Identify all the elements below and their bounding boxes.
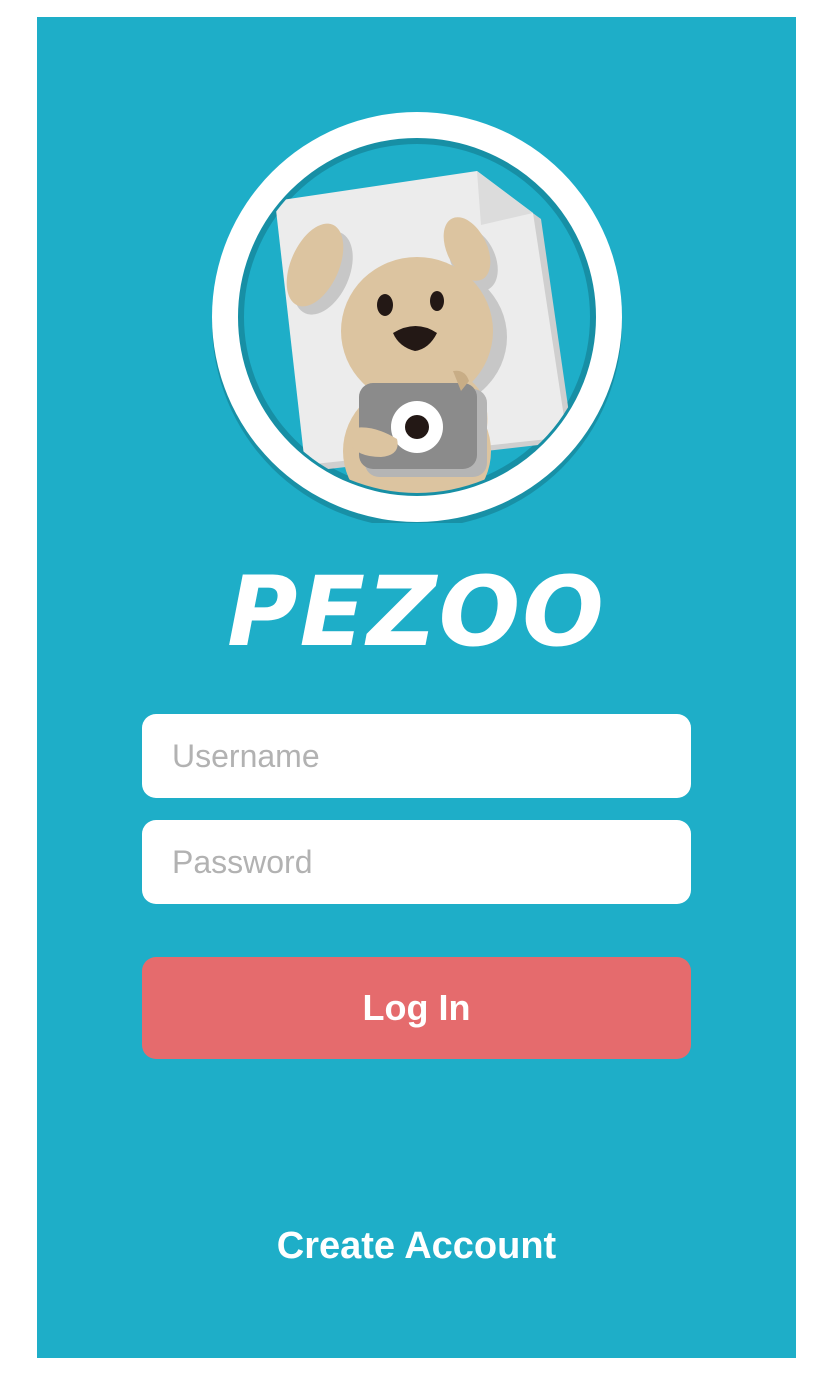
login-button[interactable]: Log In	[142, 957, 691, 1059]
dog-with-camera-icon	[212, 112, 622, 523]
create-account-link[interactable]: Create Account	[37, 1223, 796, 1269]
app-brand-name: PEZOO	[227, 556, 606, 668]
login-screen: PEZOO Log In Create Account	[37, 17, 796, 1358]
username-input[interactable]	[142, 714, 691, 798]
password-input[interactable]	[142, 820, 691, 904]
